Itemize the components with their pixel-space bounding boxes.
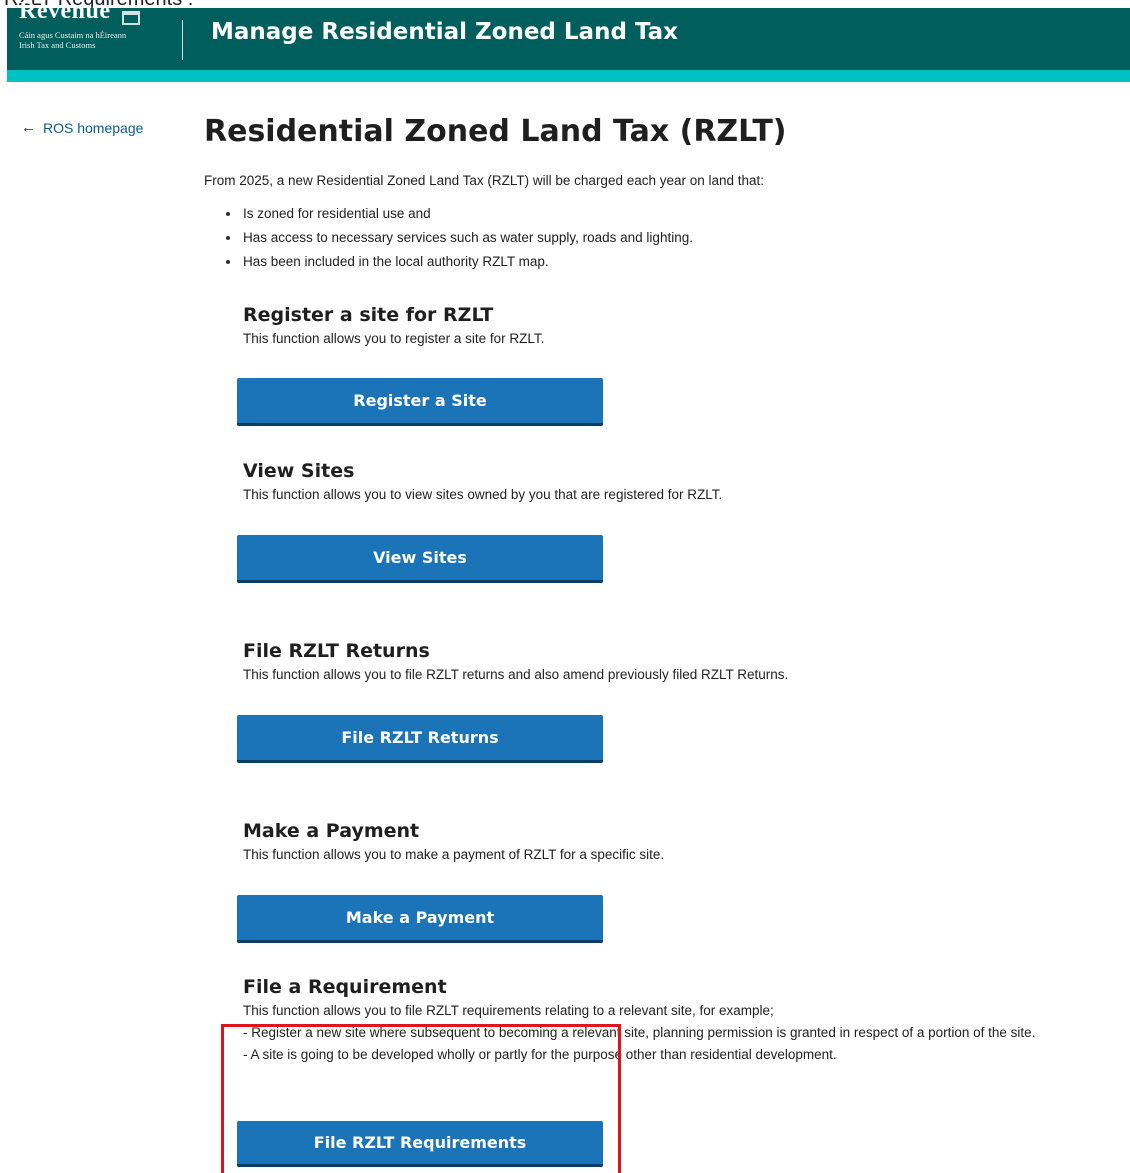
view-sites-section: View Sites This function allows you to v… — [243, 458, 1113, 506]
file-returns-button[interactable]: File RZLT Returns — [237, 715, 603, 763]
logo-subtitle-english: Irish Tax and Customs — [19, 40, 96, 50]
harp-icon — [122, 11, 140, 25]
logo-subtitle-irish: Cáin agus Custaim na hÉireann — [19, 30, 127, 40]
header-title: Manage Residential Zoned Land Tax — [211, 19, 679, 45]
intro-text: From 2025, a new Residential Zoned Land … — [204, 173, 765, 188]
register-site-section: Register a site for RZLT This function a… — [243, 302, 1113, 350]
arrow-left-icon: ← — [21, 119, 36, 136]
header-divider — [182, 20, 183, 60]
list-item: Is zoned for residential use and — [226, 202, 693, 226]
section-description: This function allows you to file RZLT re… — [243, 667, 789, 682]
site-header: Revenue Cáin agus Custaim na hÉireann Ir… — [7, 0, 1130, 70]
list-item: Has access to necessary services such as… — [226, 226, 693, 250]
criteria-list: Is zoned for residential use and Has acc… — [226, 202, 693, 274]
section-heading: Make a Payment — [243, 820, 420, 842]
section-heading: File RZLT Returns — [243, 640, 430, 662]
list-item: Has been included in the local authority… — [226, 250, 693, 274]
section-description: This function allows you to file RZLT re… — [243, 1003, 774, 1018]
file-requirements-button[interactable]: File RZLT Requirements — [237, 1121, 603, 1167]
make-payment-section: Make a Payment This function allows you … — [243, 818, 1113, 866]
page-title: Residential Zoned Land Tax (RZLT) — [204, 114, 787, 149]
header-accent-bar — [7, 70, 1130, 82]
back-link-label: ROS homepage — [43, 119, 144, 136]
logo-wordmark: Revenue — [19, 0, 111, 24]
file-returns-section: File RZLT Returns This function allows y… — [243, 638, 1113, 686]
section-heading: Register a site for RZLT — [243, 304, 494, 326]
view-sites-button[interactable]: View Sites — [237, 535, 603, 583]
register-site-button[interactable]: Register a Site — [237, 378, 603, 426]
section-description: This function allows you to make a payme… — [243, 847, 665, 862]
section-description: This function allows you to register a s… — [243, 331, 545, 346]
ros-homepage-link[interactable]: ← ROS homepage — [21, 119, 143, 136]
section-description: This function allows you to view sites o… — [243, 487, 723, 502]
revenue-logo[interactable]: Revenue Cáin agus Custaim na hÉireann Ir… — [19, 0, 174, 68]
section-heading: View Sites — [243, 460, 355, 482]
section-heading: File a Requirement — [243, 976, 447, 998]
make-payment-button[interactable]: Make a Payment — [237, 895, 603, 943]
